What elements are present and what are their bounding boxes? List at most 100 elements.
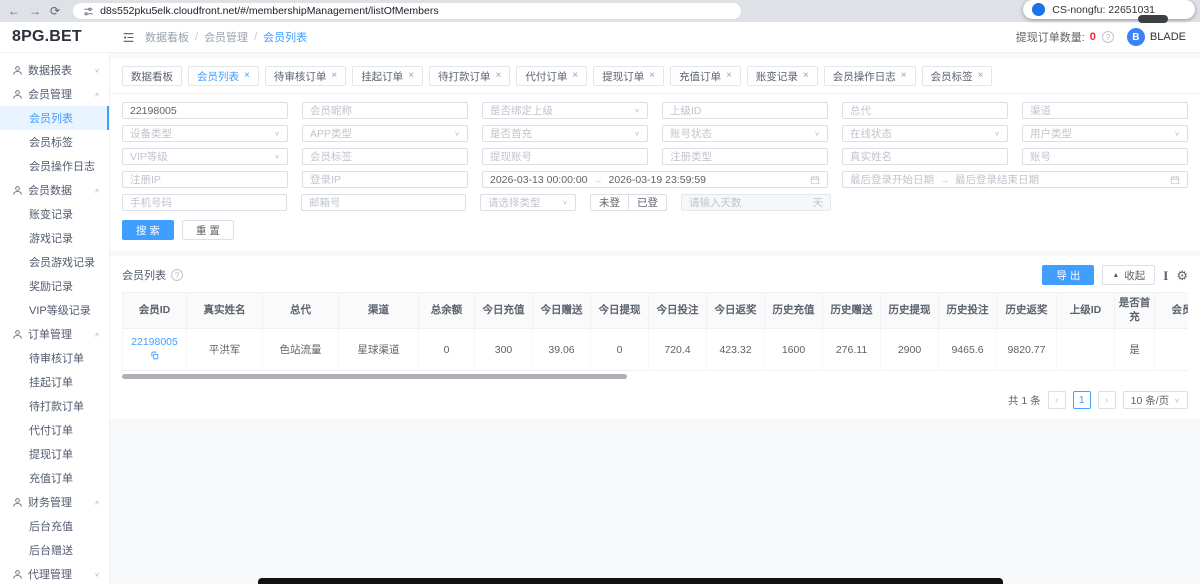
register-ip-input[interactable] [122,171,288,188]
avatar[interactable]: B [1127,28,1145,46]
sidebar-item-game-records[interactable]: 游戏记录 [0,226,109,250]
username[interactable]: BLADE [1150,31,1186,43]
sidebar-group-order-management[interactable]: 订单管理 ∧ [0,322,109,346]
sidebar-item-member-tags[interactable]: 会员标签 [0,130,109,154]
sidebar-item-reward-records[interactable]: 奖励记录 [0,274,109,298]
logged-button[interactable]: 已登 [628,194,667,211]
close-icon[interactable]: × [408,71,414,81]
tab-member-tags[interactable]: 会员标签× [922,66,993,86]
sidebar-item-agent-pay-orders[interactable]: 代付订单 [0,418,109,442]
online-status-select[interactable]: 在线状态∨ [842,125,1008,142]
tab-balance-records[interactable]: 账变记录× [747,66,818,86]
channel-input[interactable] [1022,102,1188,119]
first-charge-select[interactable]: 是否首充∨ [482,125,648,142]
bind-parent-select[interactable]: 是否绑定上级∨ [482,102,648,119]
sidebar-group-agent-management[interactable]: 代理管理 ∨ [0,562,109,584]
sidebar-item-suspended-orders[interactable]: 挂起订单 [0,370,109,394]
person-icon [12,569,23,580]
close-icon[interactable]: × [649,71,655,81]
email-input[interactable] [301,194,466,211]
member-id-link[interactable]: 22198005 [125,336,184,350]
search-button[interactable]: 搜 索 [122,220,174,240]
horizontal-scrollbar[interactable] [122,374,627,379]
tab-dashboard[interactable]: 数据看板 [122,66,182,86]
member-id-input[interactable] [122,102,288,119]
close-icon[interactable]: × [726,71,732,81]
current-page-button[interactable]: 1 [1073,391,1091,409]
close-icon[interactable]: × [901,71,907,81]
tab-pending-review-orders[interactable]: 待审核订单× [265,66,346,86]
sidebar-item-deposit-orders[interactable]: 充值订单 [0,466,109,490]
close-icon[interactable]: × [496,71,502,81]
tab-label: 挂起订单 [361,69,403,84]
sidebar-item-pending-review-orders[interactable]: 待审核订单 [0,346,109,370]
pagination: 共 1 条 ‹ 1 › 10 条/页 ∨ [122,391,1188,409]
address-bar[interactable]: d8s552pku5elk.cloudfront.net/#/membershi… [73,3,741,19]
register-date-range[interactable]: 2026-03-13 00:00:00 → 2026-03-19 23:59:5… [482,171,828,188]
sidebar-item-member-list[interactable]: 会员列表 [0,106,109,130]
tab-member-list[interactable]: 会员列表× [188,66,259,86]
account-status-select[interactable]: 账号状态∨ [662,125,828,142]
sidebar-item-member-game-records[interactable]: 会员游戏记录 [0,250,109,274]
withdraw-account-input[interactable] [482,148,648,165]
back-icon[interactable]: ← [8,5,20,17]
export-button[interactable]: 导 出 [1042,265,1094,285]
nickname-input[interactable] [302,102,468,119]
close-icon[interactable]: × [331,71,337,81]
page-size-select[interactable]: 10 条/页 ∨ [1123,391,1188,409]
real-name-input[interactable] [842,148,1008,165]
account-input[interactable] [1022,148,1188,165]
copy-icon[interactable] [150,351,159,363]
phone-input[interactable] [122,194,287,211]
gear-icon[interactable]: ⚙ [1176,269,1188,282]
not-logged-button[interactable]: 未登 [590,194,629,211]
site-settings-icon[interactable] [83,6,94,17]
breadcrumb-item[interactable]: 数据看板 [145,29,189,45]
sidebar-group-member-management[interactable]: 会员管理 ∧ [0,82,109,106]
member-tag-input[interactable] [302,148,468,165]
app-type-select[interactable]: APP类型∨ [302,125,468,142]
notification-bubble[interactable]: CS-nongfu: 22651031 [1023,0,1195,19]
next-page-button[interactable]: › [1098,391,1116,409]
sidebar-item-backend-gift[interactable]: 后台赠送 [0,538,109,562]
tab-withdraw-orders[interactable]: 提现订单× [593,66,664,86]
agent-input[interactable] [842,102,1008,119]
days-input[interactable]: 请输入天数 天 [681,194,831,211]
reset-button[interactable]: 重 置 [182,220,234,240]
parent-id-input[interactable] [662,102,828,119]
collapse-button[interactable]: ▲ 收起 [1102,265,1155,285]
close-icon[interactable]: × [803,71,809,81]
tab-agent-pay-orders[interactable]: 代付订单× [516,66,587,86]
sidebar-item-pending-payment-orders[interactable]: 待打款订单 [0,394,109,418]
last-login-date-range[interactable]: 最后登录开始日期 → 最后登录结束日期 [842,171,1188,188]
tab-member-op-log[interactable]: 会员操作日志× [824,66,916,86]
breadcrumb-item[interactable]: 会员管理 [204,29,248,45]
sidebar-item-backend-deposit[interactable]: 后台充值 [0,514,109,538]
sidebar-group-data-reports[interactable]: 数据报表 ∨ [0,58,109,82]
sidebar-item-vip-level-records[interactable]: VIP等级记录 [0,298,109,322]
sidebar-group-member-data[interactable]: 会员数据 ∧ [0,178,109,202]
register-type-input[interactable] [662,148,828,165]
forward-icon[interactable]: → [29,5,41,17]
user-type-select[interactable]: 用户类型∨ [1022,125,1188,142]
tab-suspended-orders[interactable]: 挂起订单 × [352,66,423,86]
sidebar-item-member-op-log[interactable]: 会员操作日志 [0,154,109,178]
help-icon[interactable]: ? [1102,31,1114,43]
vip-level-select[interactable]: VIP等级∨ [122,148,288,165]
close-icon[interactable]: × [572,71,578,81]
sidebar-fold-icon[interactable] [122,31,135,44]
tab-pending-payment-orders[interactable]: 待打款订单× [429,66,510,86]
prev-page-button[interactable]: ‹ [1048,391,1066,409]
row-height-icon[interactable]: I [1163,269,1168,282]
sidebar-group-finance-management[interactable]: 财务管理 ∧ [0,490,109,514]
login-ip-input[interactable] [302,171,468,188]
close-icon[interactable]: × [978,71,984,81]
sidebar-item-withdraw-orders[interactable]: 提现订单 [0,442,109,466]
reload-icon[interactable]: ⟳ [50,5,60,17]
type-select[interactable]: 请选择类型∨ [480,194,576,211]
tab-deposit-orders[interactable]: 充值订单× [670,66,741,86]
close-icon[interactable]: × [244,71,250,81]
sidebar-item-balance-records[interactable]: 账变记录 [0,202,109,226]
help-icon[interactable]: ? [171,269,183,281]
device-type-select[interactable]: 设备类型∨ [122,125,288,142]
